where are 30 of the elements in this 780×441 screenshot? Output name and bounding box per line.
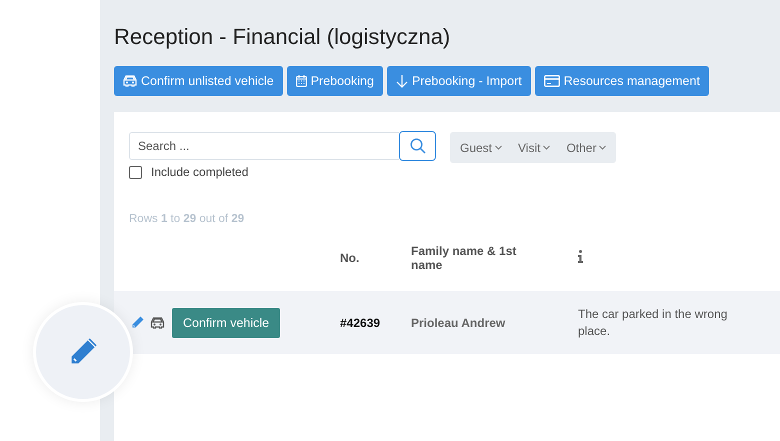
info-icon: [578, 250, 583, 263]
chevron-icon: [543, 145, 550, 150]
car-icon: [123, 75, 137, 87]
action-button[interactable]: Confirm unlisted vehicle: [114, 66, 283, 96]
column-header: Family name & 1st name: [411, 244, 518, 272]
action-button[interactable]: Prebooking: [286, 66, 383, 96]
down-arrow-icon: [396, 74, 408, 88]
action-button[interactable]: Resources management: [534, 66, 709, 96]
checkbox[interactable]: [129, 166, 142, 178]
filter-dropdown[interactable]: Other: [558, 140, 614, 154]
table-cell-text: The car parked in the wrong place.: [578, 306, 728, 339]
search-field[interactable]: Search ...: [129, 132, 399, 160]
chevron-icon: [495, 145, 502, 150]
column-header: No.: [340, 251, 360, 265]
table-cell: #42639: [340, 316, 380, 330]
action-button[interactable]: Prebooking - Import: [386, 66, 531, 96]
search-icon: [410, 138, 426, 154]
card-icon: [544, 75, 560, 87]
car-icon[interactable]: [150, 316, 165, 328]
confirm-vehicle-button[interactable]: Confirm vehicle: [172, 308, 280, 338]
chevron-icon: [599, 145, 606, 150]
rows-count: Rows 1 to 29 out of 29: [128, 213, 246, 225]
search-button[interactable]: [399, 131, 436, 161]
table-cell: Prioleau Andrew: [411, 316, 506, 330]
filter-dropdown[interactable]: Guest: [452, 140, 510, 154]
page-title: Reception - Financial (logistyczna): [114, 24, 452, 50]
pencil-icon[interactable]: [130, 315, 145, 330]
calendar-icon: [296, 75, 307, 87]
filter-dropdown[interactable]: Visit: [510, 140, 558, 154]
checkbox-label: Include completed: [151, 165, 248, 179]
